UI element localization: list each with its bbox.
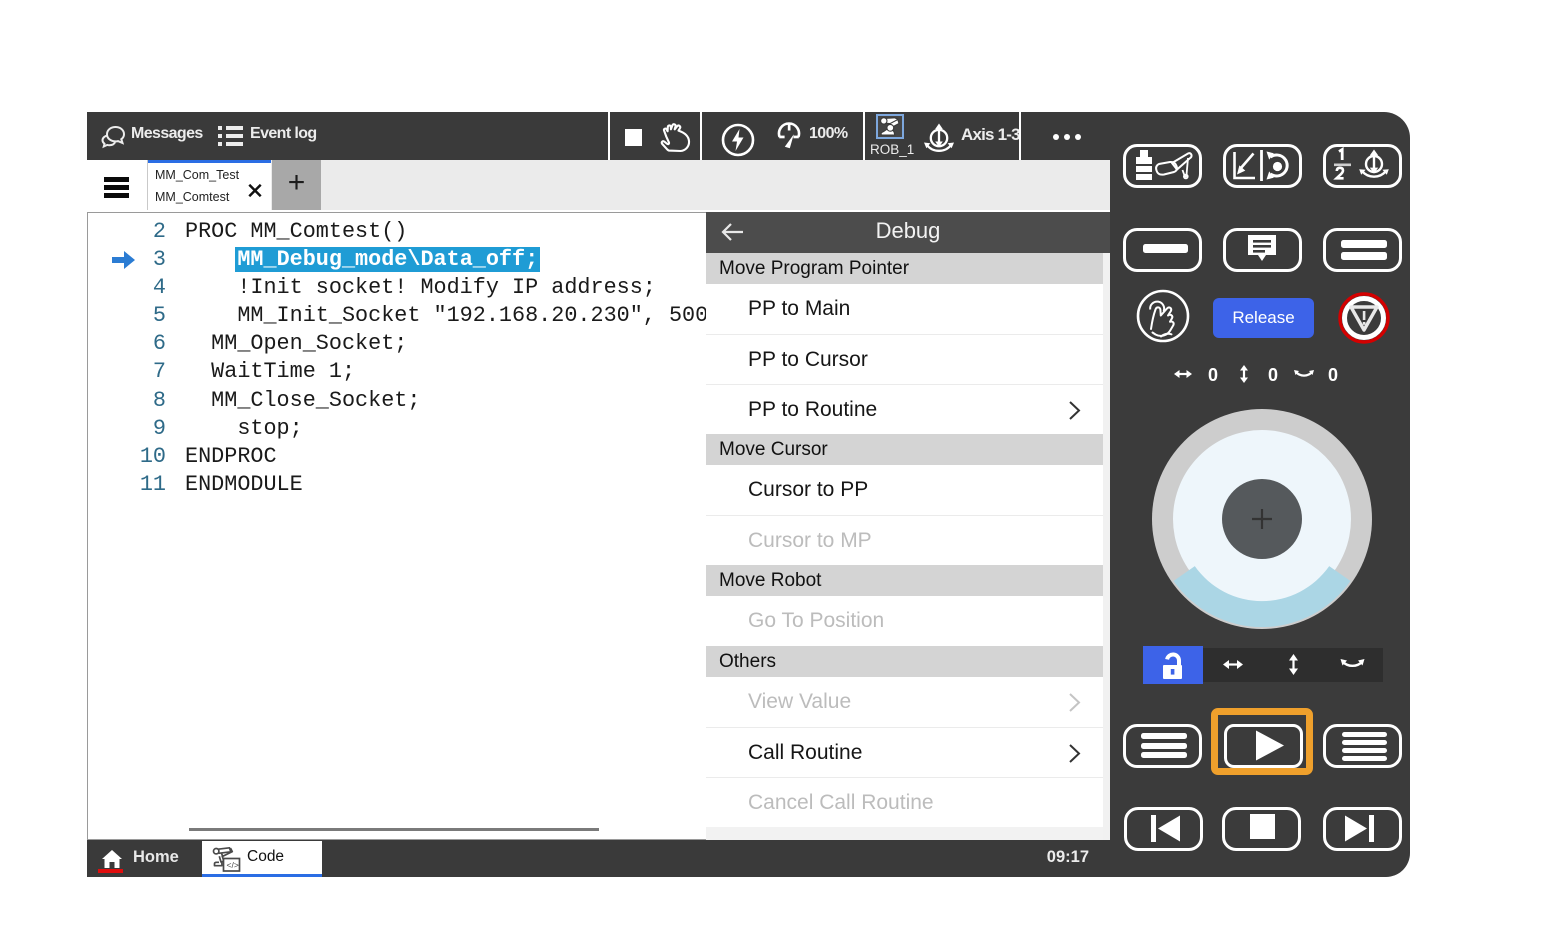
svg-text:</>: </> bbox=[227, 860, 239, 870]
